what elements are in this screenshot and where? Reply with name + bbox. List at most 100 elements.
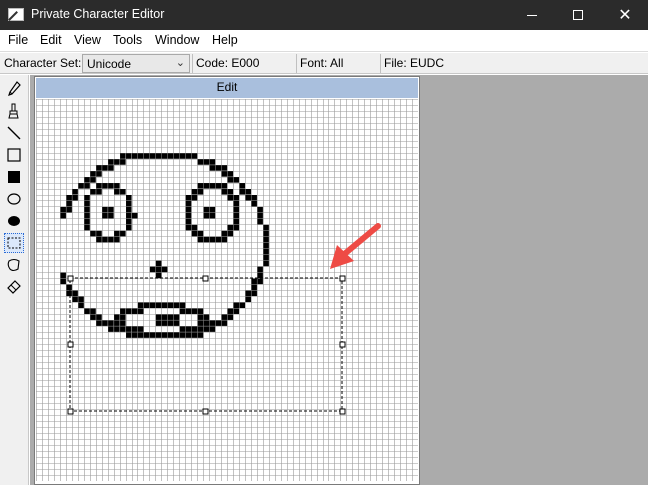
- chevron-down-icon: ⌄: [175, 57, 185, 69]
- glyph-pixel: [191, 195, 198, 201]
- glyph-pixel: [132, 326, 138, 332]
- rectangular-selection-tool[interactable]: [4, 233, 24, 253]
- pencil-icon: [8, 81, 21, 96]
- character-set-dropdown[interactable]: Unicode ⌄: [82, 54, 190, 73]
- glyph-pixel: [251, 200, 257, 207]
- minimize-button[interactable]: [509, 0, 555, 30]
- glyph-pixel: [132, 153, 138, 159]
- filled-rectangle-tool[interactable]: [4, 167, 24, 187]
- glyph-pixel: [161, 266, 168, 273]
- menu-view[interactable]: View: [74, 33, 101, 47]
- glyph-pixel: [155, 302, 162, 309]
- eraser-tool[interactable]: [4, 277, 24, 297]
- glyph-pixel: [114, 314, 120, 320]
- glyph-pixel: [191, 189, 198, 195]
- glyph-pixel: [137, 308, 144, 314]
- glyph-pixel: [203, 326, 210, 332]
- pencil-tool[interactable]: [4, 79, 24, 99]
- glyph-pixel: [114, 159, 120, 165]
- glyph-pixel: [167, 332, 174, 338]
- maximize-button[interactable]: [555, 0, 601, 30]
- glyph-pixel: [203, 159, 210, 165]
- file-readout: File: EUDC: [380, 54, 484, 73]
- character-set-value: Unicode: [87, 57, 132, 71]
- glyph-pixel: [126, 224, 132, 231]
- glyph-pixel: [66, 284, 72, 291]
- selection-handle: [67, 275, 74, 282]
- glyph-pixel: [221, 183, 228, 189]
- menu-help[interactable]: Help: [212, 33, 238, 47]
- glyph-pixel: [90, 230, 96, 237]
- menu-window[interactable]: Window: [155, 33, 199, 47]
- window-title: Private Character Editor: [31, 7, 165, 21]
- selection-handle: [202, 408, 209, 415]
- glyph-pixel: [108, 236, 114, 243]
- glyph-pixel: [245, 296, 251, 303]
- glyph-pixel: [227, 177, 234, 183]
- hollow-rectangle-tool[interactable]: [4, 145, 24, 165]
- glyph-pixel: [161, 302, 168, 309]
- glyph-pixel: [108, 165, 114, 171]
- glyph-pixel: [221, 165, 228, 171]
- code-readout: Code: E000: [192, 54, 296, 73]
- glyph-pixel: [155, 153, 162, 159]
- glyph-pixel: [114, 189, 120, 195]
- glyph-pixel: [221, 189, 228, 195]
- glyph-pixel: [191, 326, 198, 332]
- hollow-ellipse-tool[interactable]: [4, 189, 24, 209]
- glyph-pixel: [78, 302, 84, 309]
- glyph-pixel: [167, 153, 174, 159]
- menu-edit[interactable]: Edit: [40, 33, 62, 47]
- glyph-pixel: [66, 200, 72, 207]
- glyph-pixel: [233, 212, 240, 219]
- selection-handle: [339, 275, 346, 282]
- glyph-pixel: [227, 314, 234, 320]
- glyph-pixel: [263, 248, 269, 255]
- freeform-selection-tool[interactable]: [4, 255, 24, 275]
- title-bar: Private Character Editor ✕: [0, 0, 648, 30]
- glyph-pixel: [209, 236, 216, 243]
- glyph-pixel: [215, 320, 222, 326]
- glyph-pixel: [185, 212, 192, 219]
- filled-ellipse-icon: [8, 216, 20, 226]
- glyph-pixel: [90, 308, 96, 314]
- glyph-pixel: [96, 189, 102, 195]
- close-button[interactable]: ✕: [602, 0, 648, 30]
- glyph-pixel: [257, 206, 263, 213]
- glyph-pixel: [143, 302, 150, 309]
- filled-ellipse-tool[interactable]: [4, 211, 24, 231]
- freeform-selection-icon: [7, 258, 20, 272]
- rectangular-selection-icon: [7, 237, 21, 249]
- glyph-pixel: [197, 326, 204, 332]
- character-set-label: Character Set:: [4, 56, 82, 70]
- glyph-pixel: [155, 332, 162, 338]
- brush-icon: [8, 103, 19, 119]
- glyph-pixel: [197, 159, 204, 165]
- eraser-icon: [7, 280, 21, 294]
- glyph-pixel: [257, 218, 263, 225]
- selection-handle: [339, 408, 346, 415]
- glyph-pixel: [209, 326, 216, 332]
- glyph-pixel: [167, 302, 174, 309]
- glyph-pixel: [96, 314, 102, 320]
- character-grid[interactable]: [36, 99, 418, 481]
- menu-tools[interactable]: Tools: [113, 33, 142, 47]
- glyph-pixel: [126, 212, 132, 219]
- glyph-pixel: [108, 206, 114, 213]
- glyph-pixel: [167, 320, 174, 326]
- glyph-pixel: [114, 320, 120, 326]
- glyph-pixel: [257, 272, 263, 279]
- glyph-pixel: [185, 218, 192, 225]
- glyph-pixel: [203, 314, 210, 320]
- glyph-pixel: [120, 189, 126, 195]
- menu-file[interactable]: File: [8, 33, 28, 47]
- line-tool[interactable]: [4, 123, 24, 143]
- glyph-pixel: [84, 177, 90, 183]
- glyph-pixel: [155, 266, 162, 273]
- glyph-pixel: [84, 195, 90, 201]
- glyph-pixel: [209, 183, 216, 189]
- glyph-pixel: [263, 224, 269, 231]
- glyph-pixel: [132, 332, 138, 338]
- brush-tool[interactable]: [4, 101, 24, 121]
- glyph-pixel: [108, 212, 114, 219]
